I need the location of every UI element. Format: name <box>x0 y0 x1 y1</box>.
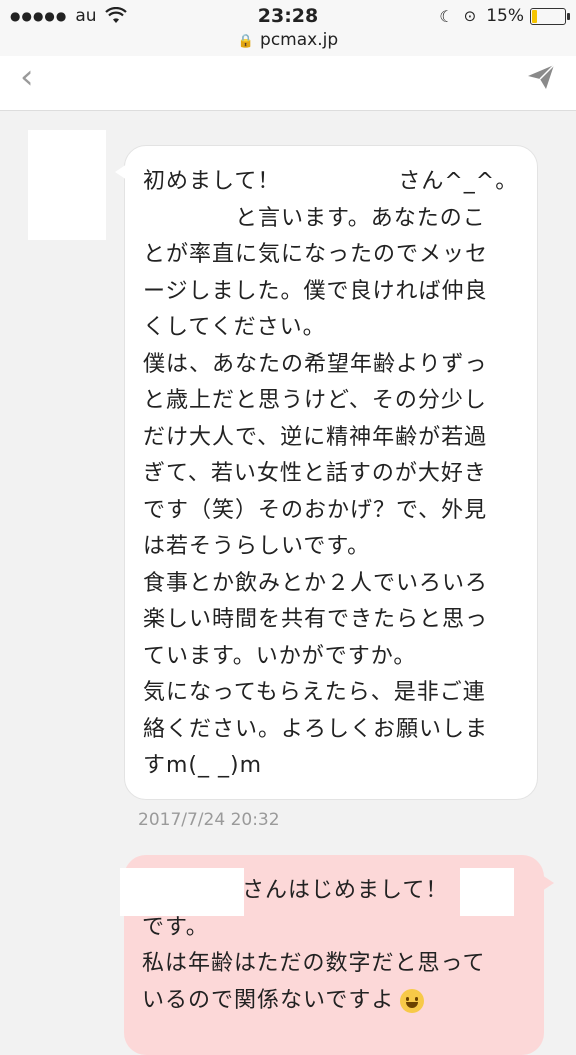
message-line: 絡ください。よろしくお願いしま <box>143 716 489 742</box>
message-line: です（笑）そのおかげ？で、外見 <box>143 497 488 523</box>
status-bar: ●●●●● au 23:28 ☾ ⊙ 15% <box>0 0 576 32</box>
url-text: pcmax.jp <box>260 30 339 50</box>
message-line: とが率直に気になったのでメッセ <box>143 242 489 267</box>
message-line: ぎて、若い女性と話すのが大好き <box>143 461 487 486</box>
message-line: 楽しい時間を共有できたらと思っ <box>143 607 489 632</box>
grinning-face-icon <box>400 988 425 1013</box>
message-text: 初めまして！ <box>143 169 281 194</box>
rotation-lock-icon: ⊙ <box>463 7 477 25</box>
message-line: と言います。あなたのこ <box>143 201 523 238</box>
paper-plane-icon[interactable] <box>526 62 556 92</box>
do-not-disturb-icon: ☾ <box>439 6 454 26</box>
message-line: 僕は、あなたの希望年齢よりずっ <box>143 351 488 377</box>
message-line: 私は年齢はただの数字だと思って <box>142 951 486 976</box>
lock-icon: 🔒 <box>237 34 255 49</box>
incoming-message-bubble: 初めまして！ さん^_^。 と言います。あなたのこ とが率直に気になったのでメッセ… <box>115 145 538 800</box>
message-line: 気になってもらえたら、是非ご連 <box>143 680 486 705</box>
sender-avatar[interactable] <box>28 130 106 240</box>
message-line: すm(_ _)m <box>143 753 263 778</box>
message-line: 食事とか飲みとか２人でいろいろ <box>143 570 489 596</box>
message-line: 初めまして！ さん^_^。 <box>143 164 523 201</box>
status-right: ☾ ⊙ 15% <box>439 6 570 26</box>
back-button[interactable]: ‹ <box>20 60 34 94</box>
message-text: さんはじめまして！ <box>242 878 449 903</box>
redacted-name-box <box>460 868 514 916</box>
message-text: いるので関係ないですよ <box>142 987 395 1013</box>
chat-header: ‹ <box>0 56 576 111</box>
message-line: ージしました。僕で良ければ仲良 <box>143 278 488 304</box>
redacted-name-box <box>120 868 244 916</box>
redacted-name <box>280 167 399 197</box>
message-timestamp: 2017/7/24 20:32 <box>138 810 280 830</box>
message-line: いるので関係ないですよ <box>142 983 530 1020</box>
battery-icon <box>530 7 570 25</box>
battery-level <box>532 9 538 23</box>
chevron-left-icon: ‹ <box>20 57 34 97</box>
message-line: だけ大人で、逆に精神年齢が若過 <box>143 424 488 450</box>
url-bar[interactable]: 🔒 pcmax.jp <box>0 30 576 58</box>
message-line: ています。いかがですか。 <box>143 643 417 669</box>
message-text: さん^_^。 <box>398 169 519 194</box>
redacted-name <box>143 203 235 234</box>
redacted-header-title <box>70 56 506 108</box>
message-line: くしてください。 <box>143 315 326 340</box>
message-line: と歳上だと思うけど、その分少し <box>143 388 487 413</box>
message-text: と言います。あなたのこ <box>235 205 486 231</box>
message-line: は若そうらしいです。 <box>143 534 371 559</box>
battery-percentage: 15% <box>486 6 524 26</box>
